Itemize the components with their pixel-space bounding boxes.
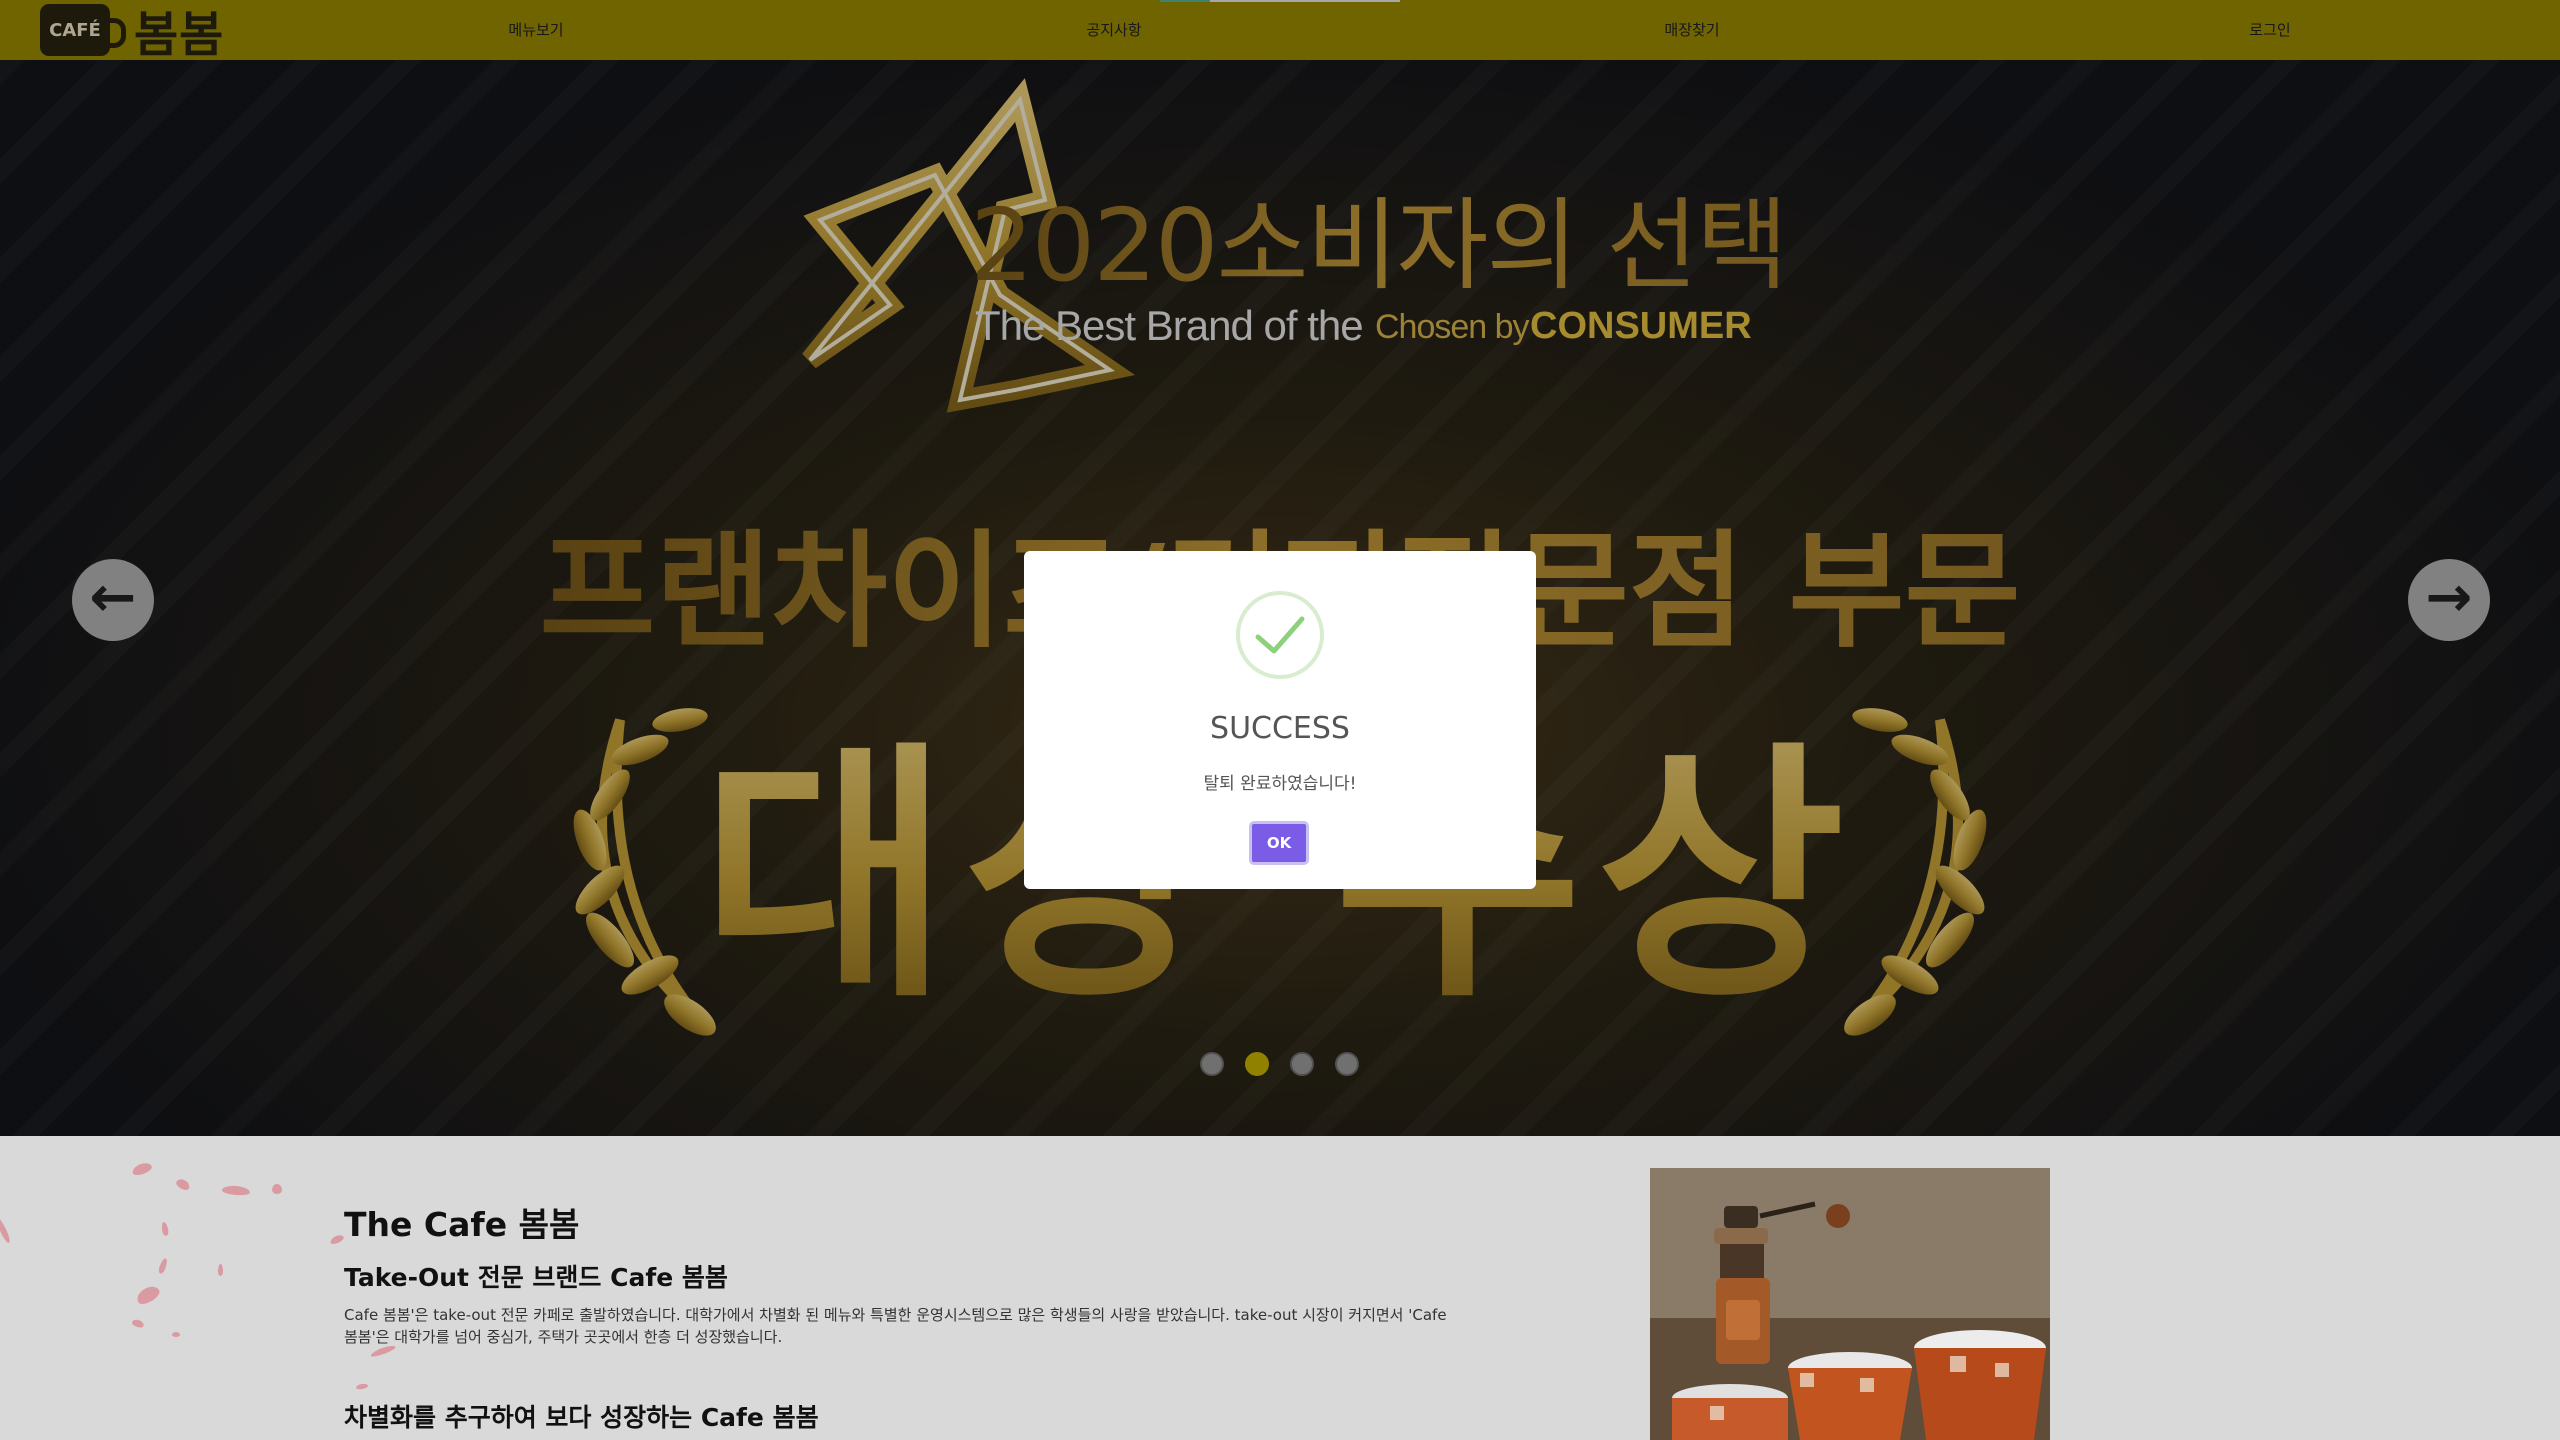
about-subtitle-2: 차별화를 추구하여 보다 성장하는 Cafe 봄봄 [344,1403,819,1432]
petal-decoration [0,1216,12,1244]
ok-button[interactable]: OK [1249,821,1309,865]
petal-decoration [221,1184,251,1197]
about-title: The Cafe 봄봄 [344,1205,580,1244]
petal-decoration [174,1177,192,1192]
petal-decoration [355,1382,369,1391]
about-body: Cafe 봄봄'은 take-out 전문 카페로 출발하였습니다. 대학가에서… [344,1306,1447,1346]
petal-decoration [329,1233,345,1246]
about-section: The Cafe 봄봄 Take-Out 전문 브랜드 Cafe 봄봄 Cafe… [0,1136,2560,1440]
petal-decoration [272,1184,282,1194]
dialog-message: 탈퇴 완료하였습니다! [1203,774,1357,794]
petal-decoration [131,1318,145,1329]
coffee-product-image [1650,1168,2050,1440]
about-subtitle: Take-Out 전문 브랜드 Cafe 봄봄 [344,1263,728,1292]
petal-decoration [130,1160,154,1178]
petal-decoration [134,1282,162,1308]
petal-decoration [172,1332,180,1337]
dialog-title: SUCCESS [1210,711,1350,746]
checkmark-success-icon [1236,591,1324,679]
petal-decoration [160,1221,170,1237]
petal-decoration [218,1264,223,1276]
petal-decoration [157,1257,169,1275]
success-dialog: SUCCESS 탈퇴 완료하였습니다! OK [1024,551,1536,889]
